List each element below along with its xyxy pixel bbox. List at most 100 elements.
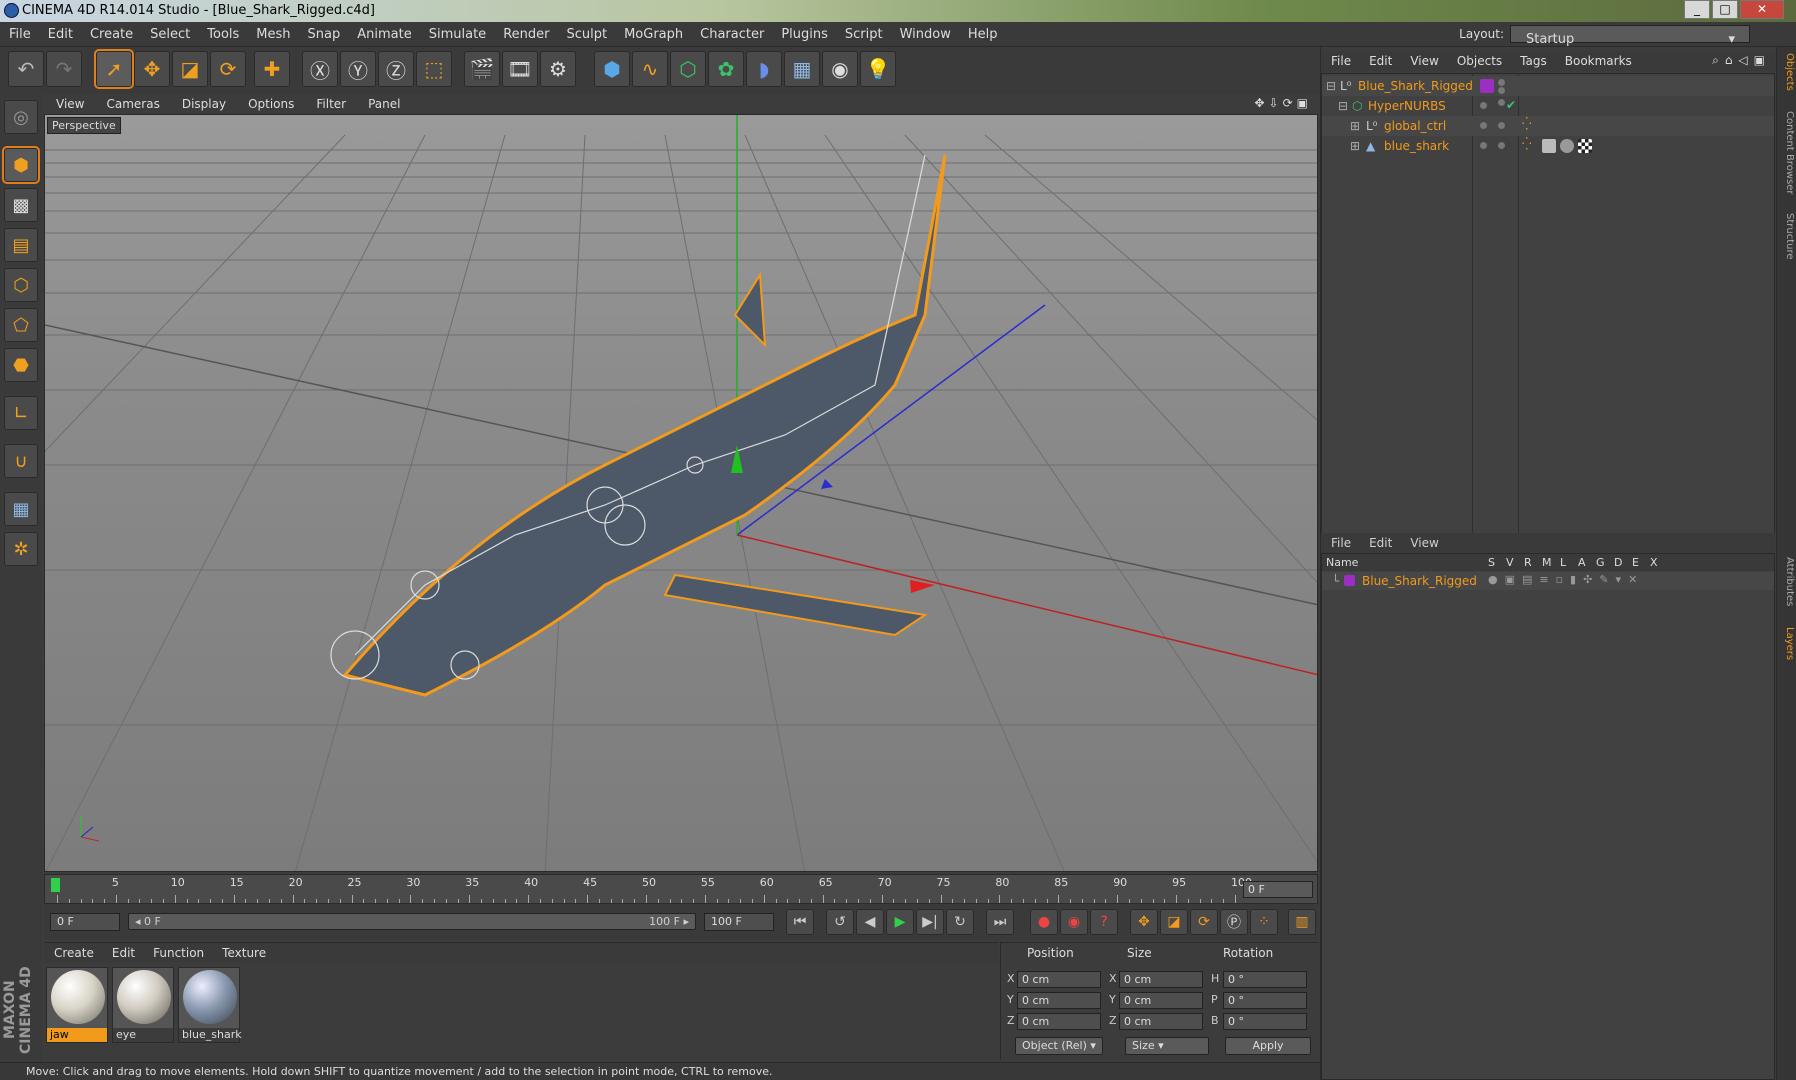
axis-mode-icon[interactable]: ∟ [4,396,38,430]
layer-col-s[interactable]: S [1488,556,1495,569]
viewport-menu-cameras[interactable]: Cameras [94,94,169,111]
visibility-dot[interactable] [1480,122,1487,129]
current-frame-field[interactable]: 0 F [1243,881,1313,898]
edit-render-settings-icon[interactable]: ⚙ [540,51,576,87]
visibility-dot[interactable] [1498,79,1505,86]
minimize-button[interactable]: _ [1684,0,1710,19]
visibility-dot[interactable] [1480,142,1487,149]
menu-edit[interactable]: Edit [39,22,81,42]
expand-icon[interactable]: ⊞ [1350,119,1360,133]
material-swatch[interactable]: blue_shark [178,967,242,1043]
undo-icon[interactable]: ↶ [8,51,44,87]
menu-create[interactable]: Create [81,22,141,42]
viewport-menu-options[interactable]: Options [236,94,304,111]
z-axis-handle[interactable] [821,479,833,489]
menu-render[interactable]: Render [494,22,557,42]
layer-flag-icons[interactable]: ●▣▤≡▫▮✣✎▾✕ [1488,573,1644,586]
array-icon[interactable]: ✿ [708,51,744,87]
size-x-field[interactable]: 0 cm [1119,971,1203,988]
light-icon[interactable]: 💡 [860,51,896,87]
material-swatch[interactable]: eye [112,967,174,1043]
layer-row[interactable]: └ Blue_Shark_Rigged ●▣▤≡▫▮✣✎▾✕ [1322,572,1774,590]
layer-col-a[interactable]: A [1578,556,1586,569]
end-frame-field[interactable]: 100 F [704,913,774,931]
key-position-icon[interactable]: ✥ [1130,909,1158,935]
rotation-h-field[interactable]: 0 ° [1223,971,1307,988]
workplane-mode-icon[interactable]: ▤ [4,228,38,262]
tab-structure[interactable]: Structure [1779,213,1795,260]
menu-animate[interactable]: Animate [348,22,419,42]
objects-menu-tags[interactable]: Tags [1510,51,1555,68]
viewport-navigation-icons[interactable]: ✥⇩⟳▣ [1254,94,1312,110]
editor-dot[interactable] [1498,99,1505,106]
layers-menu-edit[interactable]: Edit [1359,533,1400,550]
tab-content-browser[interactable]: Content Browser [1779,111,1795,194]
layer-color-swatch[interactable] [1344,575,1355,586]
play-icon[interactable]: ▶ [886,909,914,935]
snap-icon[interactable]: ∪ [4,444,38,478]
floor-icon[interactable]: ▦ [784,51,820,87]
render-dot[interactable] [1498,142,1505,149]
material-tag-icon[interactable] [1560,139,1574,153]
layer-col-m[interactable]: M [1542,556,1552,569]
key-point-level-icon[interactable]: ⁘ [1250,909,1278,935]
cube-icon[interactable]: ⬢ [594,51,630,87]
menu-select[interactable]: Select [141,22,198,42]
viewport-menu-filter[interactable]: Filter [304,94,356,111]
expand-icon[interactable]: ⊟ [1326,79,1336,93]
camera-icon[interactable]: ◉ [822,51,858,87]
rotate-icon[interactable]: ⟳ [210,51,246,87]
viewport-menu-panel[interactable]: Panel [356,94,410,111]
objects-menu-view[interactable]: View [1400,51,1446,68]
objects-menu-file[interactable]: File [1321,51,1359,68]
timeline-ruler[interactable]: 0510152025303540455055606570758085909510… [44,874,1318,904]
preview-range-slider[interactable]: ◂ 0 F 100 F ▸ [128,913,696,930]
rotation-p-field[interactable]: 0 ° [1223,992,1307,1009]
viewport-menu-view[interactable]: View [44,94,94,111]
deformer-icon[interactable]: ◗ [746,51,782,87]
menu-mograph[interactable]: MoGraph [615,22,691,42]
layer-col-g[interactable]: G [1596,556,1605,569]
live-selection-icon[interactable]: ➚ [94,49,134,89]
spline-pen-icon[interactable]: ∿ [632,51,668,87]
key-rotation-icon[interactable]: ⟳ [1190,909,1218,935]
go-to-start-icon[interactable]: ⏮ [786,909,814,935]
tab-objects[interactable]: Objects [1779,53,1795,91]
size-y-field[interactable]: 0 cm [1119,992,1203,1009]
render-picture-viewer-icon[interactable]: 🎞 [502,51,538,87]
playhead-marker[interactable] [51,878,60,892]
previous-frame-icon[interactable]: ◀ [856,909,884,935]
render-dot[interactable] [1498,122,1505,129]
menu-plugins[interactable]: Plugins [772,22,836,42]
render-view-icon[interactable]: 🎬 [464,51,500,87]
create-icon[interactable]: ✚ [254,51,290,87]
objects-menu-bookmarks[interactable]: Bookmarks [1555,51,1640,68]
layer-col-name[interactable]: Name [1326,556,1358,569]
scale-icon[interactable]: ◪ [172,51,208,87]
position-z-field[interactable]: 0 cm [1017,1013,1101,1030]
object-row[interactable]: ⊟ ⬡ HyperNURBS ✔ [1322,96,1774,116]
size-z-field[interactable]: 0 cm [1119,1013,1203,1030]
start-frame-field[interactable]: 0 F [50,913,120,931]
menu-sculpt[interactable]: Sculpt [557,22,615,42]
tab-layers[interactable]: Layers [1779,627,1795,660]
search-icon[interactable]: ⌕⌂◁▣ [1712,51,1771,68]
polygons-mode-icon[interactable]: ⬣ [4,348,38,382]
points-mode-icon[interactable]: ⬡ [4,268,38,302]
coordinate-system-icon[interactable]: ⬚ [416,51,452,87]
menu-help[interactable]: Help [959,22,1006,42]
autokeying-icon[interactable]: ◉ [1060,909,1088,935]
object-row[interactable]: ⊞ L⁰ global_ctrl ⁛ [1322,116,1774,136]
menu-mesh[interactable]: Mesh [247,22,298,42]
key-parameter-icon[interactable]: Ⓟ [1220,909,1248,935]
material-menu-function[interactable]: Function [143,943,212,960]
apply-button[interactable]: Apply [1225,1037,1311,1055]
y-axis-icon[interactable]: Ⓨ [340,51,376,87]
make-editable-icon[interactable]: ◎ [4,100,38,134]
shark-pectoral-fin[interactable] [663,573,928,637]
texture-tag-icon[interactable] [1578,139,1592,153]
next-frame-icon[interactable]: ▶| [916,909,944,935]
render-dot[interactable] [1498,87,1505,94]
material-menu-texture[interactable]: Texture [212,943,274,960]
layer-col-e[interactable]: E [1632,556,1639,569]
